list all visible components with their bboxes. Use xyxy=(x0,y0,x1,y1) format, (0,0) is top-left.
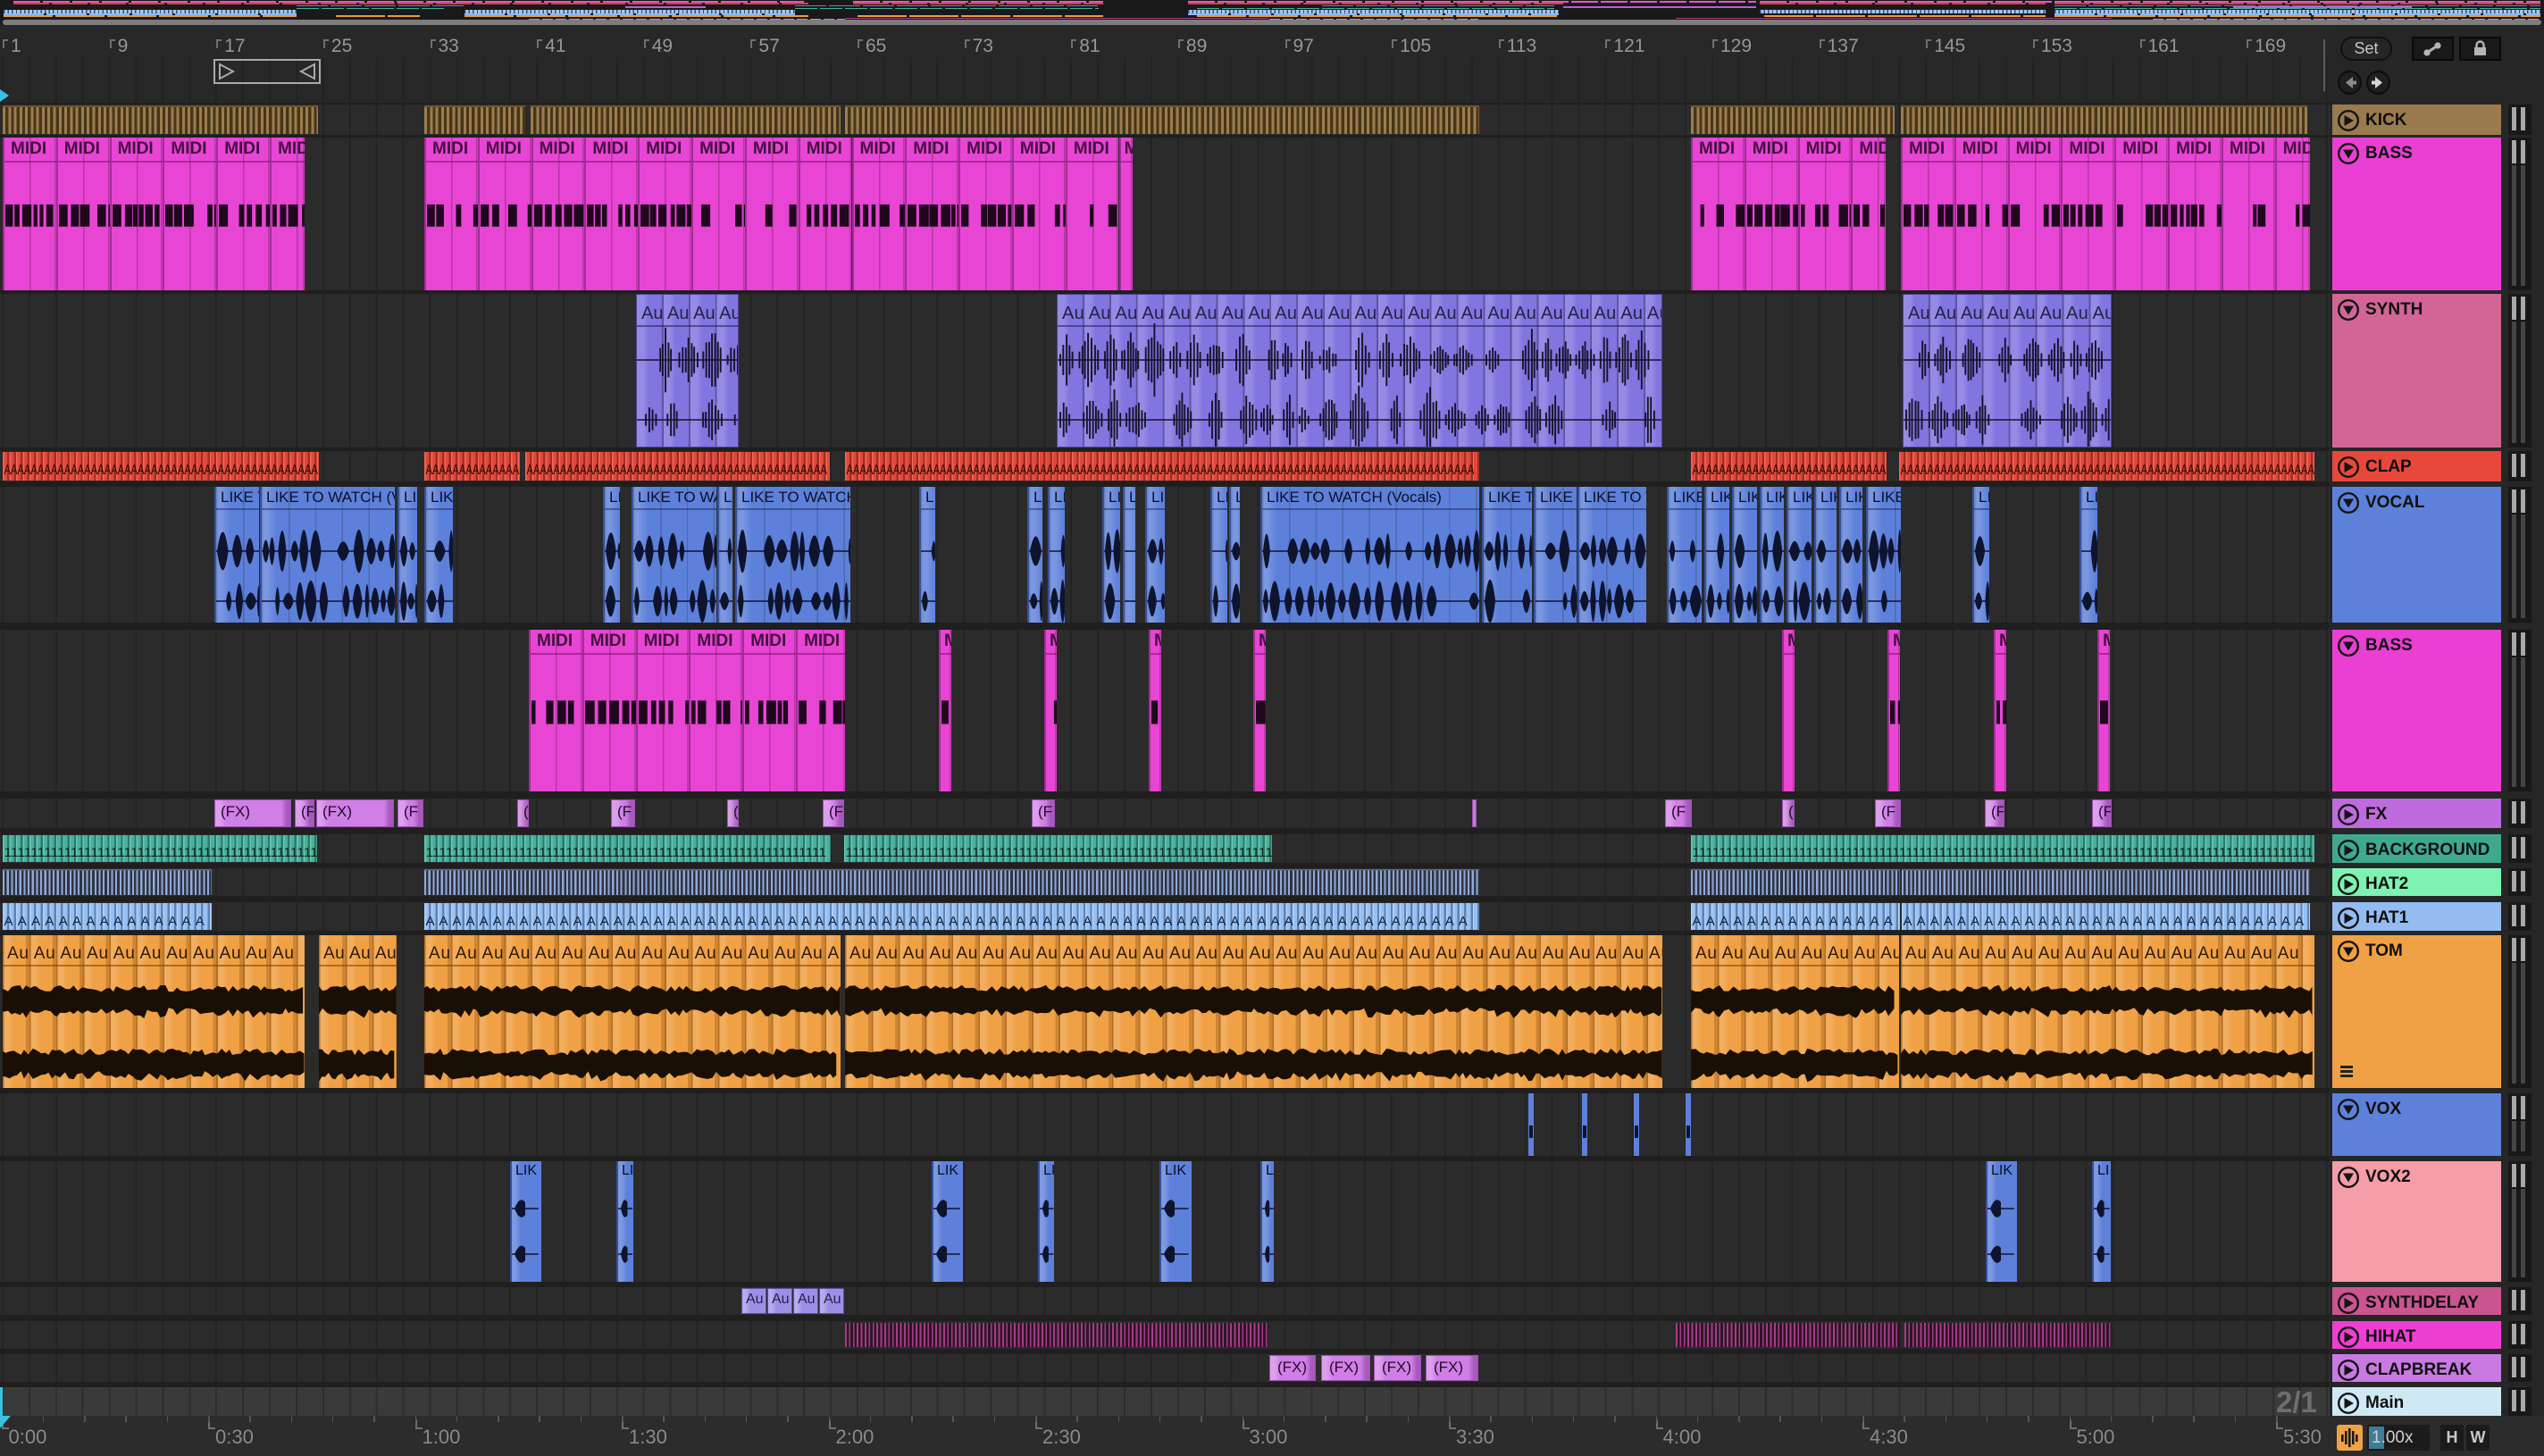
svg-text:AAAAAAAAAAAAAAAAAAAAAAAAAAAAAA: AAAAAAAAAAAAAAAAAAAAAAAAAAAAAAAAAAAAAAAA… xyxy=(847,463,1475,478)
svg-text:Au Au Au Au Au Au Au Au Au Au: Au Au Au Au Au Au Au Au Au Au Au Au Au A… xyxy=(1062,304,1662,323)
svg-text:Au Au Au Au Au Au Au Au: Au Au Au Au Au Au Au Au xyxy=(1695,944,1899,963)
svg-text:Au Au Au Au Au Au Au Au Au Au: Au Au Au Au Au Au Au Au Au Au Au Au Au A… xyxy=(429,944,841,963)
svg-text:AAAAAAAAAAAAAAA: AAAAAAAAAAAAAAA xyxy=(4,914,205,929)
svg-text:AAAAAAAAAAAAAAAAAAAAAAAAAAAAAA: AAAAAAAAAAAAAAAAAAAAAAAAAAAAAAAAAAAAAAAA… xyxy=(527,463,828,478)
svg-text:Au Au Au Au Au Au Au Au Au Au: Au Au Au Au Au Au Au Au Au Au Au Au Au A… xyxy=(849,944,1662,963)
svg-text:AAAAAAAAAAAAAAAAAAAAAAAAAAAAAA: AAAAAAAAAAAAAAAAAAAAAAAAAAAAAAAAAAAAAAAA… xyxy=(426,914,1468,929)
svg-text:AAAAAAAAAAAAAAAAAAAAAAAAAAAAAA: AAAAAAAAAAAAAAAAAAAAAAAAAAAAAA xyxy=(1904,914,2305,929)
svg-text:AAAAAAAAAAAAAA: AAAAAAAAAAAAAA xyxy=(426,463,520,478)
svg-text:Au Au Au Au Au Au Au Au: Au Au Au Au Au Au Au Au xyxy=(1908,304,2112,323)
svg-text:Au Au Au Au Au Au Au Au Au Au: Au Au Au Au Au Au Au Au Au Au Au Au Au A… xyxy=(1905,944,2299,963)
svg-text:Au Au Au: Au Au Au xyxy=(323,944,397,963)
svg-text:111111111111111111111111111111: 1111111111111111111111111111111111111111… xyxy=(4,845,318,860)
svg-text:Au Au Au Au Au Au Au Au Au Au: Au Au Au Au Au Au Au Au Au Au Au xyxy=(7,944,294,963)
svg-text:111111111111111111111111111111: 1111111111111111111111111111111111111111… xyxy=(846,845,1273,860)
svg-text:111111111111111111111111111111: 1111111111111111111111111111111111111111… xyxy=(1693,845,2314,860)
svg-text:AAAAAAAAAAAAAAAAAAAAAAAAAAAAAA: AAAAAAAAAAAAAAAAAAAAAAAAAAAAAAAAAAAAAAAA… xyxy=(1901,463,2315,478)
svg-text:AAAAAAAAAAAAAAAAAAAAAAAAAAAAA: AAAAAAAAAAAAAAAAAAAAAAAAAAAAA xyxy=(1693,463,1887,478)
svg-text:AAAAAAAAAAAAAAAAAAAAAAAAAAAAAA: AAAAAAAAAAAAAAAAAAAAAAAAAAAAAAAAAAAAAAAA… xyxy=(4,463,319,478)
svg-text:Au Au Au Au: Au Au Au Au xyxy=(641,304,739,323)
svg-text:111111111111111111111111111111: 1111111111111111111111111111111111111111… xyxy=(426,845,827,860)
svg-text:AAAAAAAAAAAAAAA: AAAAAAAAAAAAAAA xyxy=(1693,914,1893,929)
